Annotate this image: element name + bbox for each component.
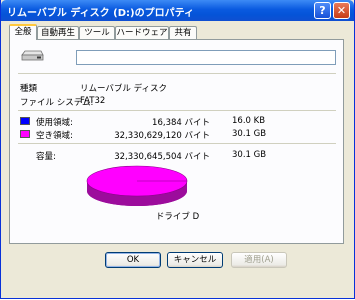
tab-sharing[interactable]: 共有: [169, 26, 197, 39]
close-button[interactable]: ✕: [333, 2, 350, 19]
title-bar[interactable]: リムーバブル ディスク (D:)のプロパティ ? ✕: [1, 0, 354, 21]
used-space-swatch: [20, 117, 30, 125]
divider: [18, 110, 336, 111]
properties-dialog: リムーバブル ディスク (D:)のプロパティ ? ✕ 全般 自動再生 ツール ハ…: [0, 0, 355, 299]
used-space-bytes: 16,384 バイト: [152, 118, 210, 128]
free-space-size: 30.1 GB: [232, 129, 267, 139]
disk-usage-pie: [86, 165, 188, 206]
volume-label-input[interactable]: [76, 50, 336, 65]
file-system-value: FAT32: [80, 96, 106, 106]
tab-general[interactable]: 全般: [9, 24, 37, 40]
used-space-size: 16.0 KB: [232, 116, 266, 126]
divider: [18, 73, 336, 74]
apply-button[interactable]: 適用(A): [231, 252, 287, 268]
ok-button[interactable]: OK: [105, 252, 161, 268]
tab-tools[interactable]: ツール: [79, 26, 115, 39]
tab-hardware[interactable]: ハードウェア: [115, 26, 169, 39]
free-space-swatch: [20, 130, 30, 138]
capacity-bytes: 32,330,645,504 バイト: [114, 152, 210, 162]
help-button[interactable]: ?: [314, 2, 331, 19]
general-tab-panel: 種類 リムーバブル ディスク ファイル システム: FAT32 使用領域: 16…: [9, 39, 344, 244]
divider: [18, 143, 336, 144]
free-space-bytes: 32,330,629,120 バイト: [114, 131, 210, 141]
cancel-button[interactable]: キャンセル: [167, 252, 223, 268]
tab-autoplay[interactable]: 自動再生: [37, 26, 79, 39]
capacity-size: 30.1 GB: [232, 150, 267, 160]
type-value: リムーバブル ディスク: [80, 84, 168, 94]
drive-caption: ドライブ D: [155, 212, 200, 222]
removable-drive-icon: [21, 50, 44, 61]
type-label: 種類: [20, 84, 38, 94]
window-title: リムーバブル ディスク (D:)のプロパティ: [7, 8, 195, 19]
